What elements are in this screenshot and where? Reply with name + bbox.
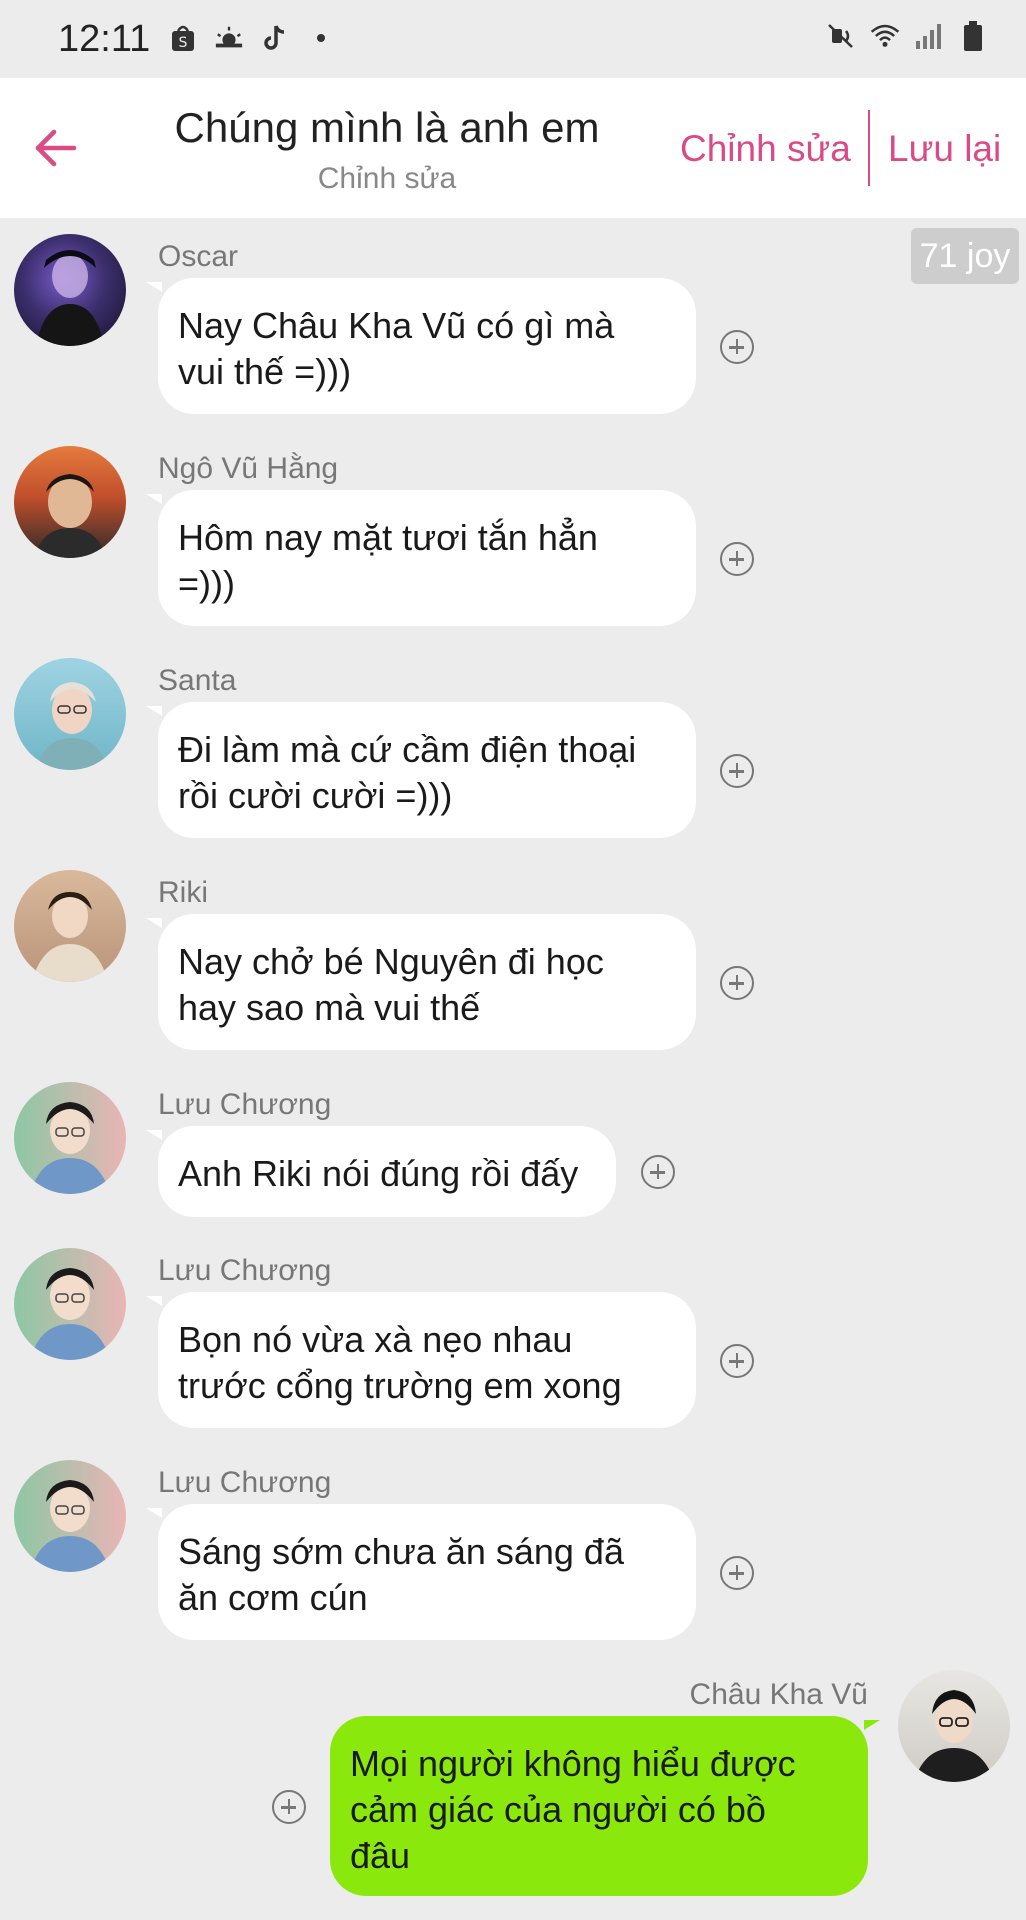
mute-icon bbox=[826, 20, 856, 52]
sender-name: Riki bbox=[158, 876, 208, 909]
status-time: 12:11 bbox=[58, 18, 151, 60]
message-bubble[interactable]: Nay Châu Kha Vũ có gì mà vui thế =))) bbox=[146, 278, 696, 414]
add-reaction-button[interactable] bbox=[720, 966, 754, 1000]
weather-icon bbox=[214, 22, 244, 54]
chat-subtitle[interactable]: Chỉnh sửa bbox=[0, 162, 774, 196]
avatar[interactable] bbox=[14, 1248, 126, 1360]
sender-name: Châu Kha Vũ bbox=[689, 1678, 868, 1711]
status-icons-left: S bbox=[168, 22, 336, 54]
message-bubble-own[interactable]: Mọi người không hiểu được cảm giác của n… bbox=[330, 1716, 880, 1896]
add-reaction-button[interactable] bbox=[720, 754, 754, 788]
svg-text:S: S bbox=[179, 35, 188, 51]
message-bubble[interactable]: Hôm nay mặt tươi tắn hẳn =))) bbox=[146, 490, 696, 626]
tiktok-icon bbox=[260, 22, 290, 54]
message-bubble[interactable]: Anh Riki nói đúng rồi đấy bbox=[146, 1126, 616, 1217]
add-reaction-button[interactable] bbox=[720, 542, 754, 576]
add-reaction-button[interactable] bbox=[720, 1556, 754, 1590]
avatar[interactable] bbox=[14, 234, 126, 346]
sender-name: Lưu Chương bbox=[158, 1088, 332, 1121]
sender-name: Oscar bbox=[158, 240, 239, 273]
joy-count-badge[interactable]: 71 joy bbox=[911, 228, 1019, 284]
message-bubble[interactable]: Đi làm mà cứ cầm điện thoại rồi cười cườ… bbox=[146, 702, 696, 838]
avatar[interactable] bbox=[14, 870, 126, 982]
add-reaction-button[interactable] bbox=[720, 330, 754, 364]
chat-header: Chúng mình là anh em Chỉnh sửa Chỉnh sửa… bbox=[0, 78, 1026, 218]
add-reaction-button[interactable] bbox=[641, 1155, 675, 1189]
sender-name: Ngô Vũ Hằng bbox=[158, 452, 339, 485]
avatar[interactable] bbox=[898, 1670, 1010, 1782]
signal-icon bbox=[914, 20, 944, 52]
notification-dot bbox=[306, 22, 336, 54]
avatar[interactable] bbox=[14, 1082, 126, 1194]
avatar[interactable] bbox=[14, 446, 126, 558]
save-button[interactable]: Lưu lại bbox=[888, 128, 1001, 170]
chat-title[interactable]: Chúng mình là anh em bbox=[0, 104, 774, 152]
status-bar: 12:11 S bbox=[0, 0, 1026, 78]
avatar[interactable] bbox=[14, 658, 126, 770]
header-divider bbox=[868, 110, 870, 186]
sender-name: Lưu Chương bbox=[158, 1466, 332, 1499]
battery-icon bbox=[958, 20, 988, 52]
edit-button[interactable]: Chỉnh sửa bbox=[680, 128, 851, 170]
message-bubble[interactable]: Nay chở bé Nguyên đi học hay sao mà vui … bbox=[146, 914, 696, 1050]
shopee-icon: S bbox=[168, 22, 198, 54]
sender-name: Santa bbox=[158, 664, 237, 697]
message-bubble[interactable]: Bọn nó vừa xà nẹo nhau trước cổng trường… bbox=[146, 1292, 696, 1428]
message-bubble[interactable]: Sáng sớm chưa ăn sáng đã ăn cơm cún bbox=[146, 1504, 696, 1640]
sender-name: Lưu Chương bbox=[158, 1254, 332, 1287]
avatar[interactable] bbox=[14, 1460, 126, 1572]
wifi-icon bbox=[870, 20, 900, 52]
status-icons-right bbox=[826, 20, 988, 52]
add-reaction-button[interactable] bbox=[720, 1344, 754, 1378]
add-reaction-button[interactable] bbox=[272, 1790, 306, 1824]
